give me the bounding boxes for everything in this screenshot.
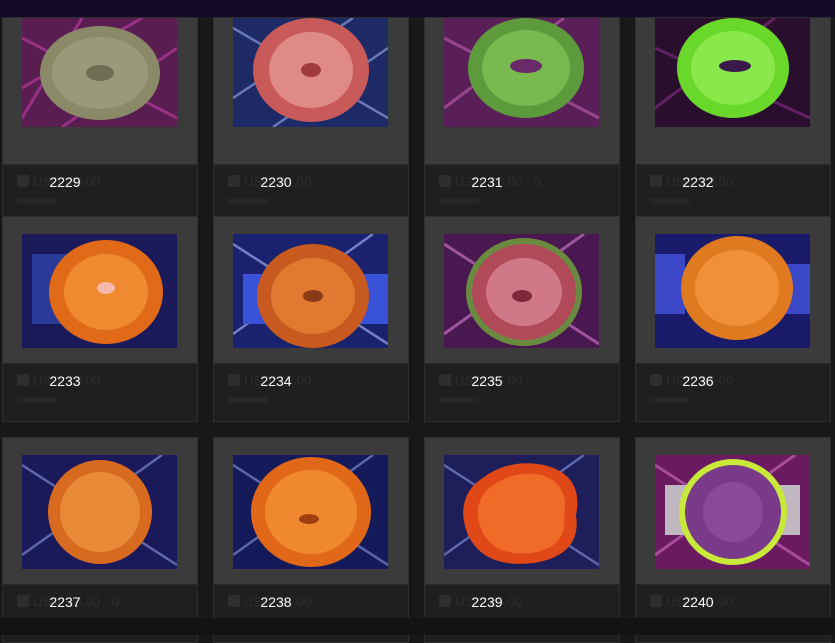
product-card-2229[interactable]: USD. 20.00 - ... 2229 [2, 17, 198, 223]
product-image-frame [425, 18, 619, 165]
product-number: 2235 [471, 373, 503, 389]
product-number: 2236 [682, 373, 714, 389]
coral-photo[interactable] [444, 18, 599, 127]
product-card-2234[interactable]: USD. 25.00 - ... 2234 [213, 216, 409, 422]
product-image-frame [636, 438, 830, 585]
product-card-2236[interactable]: USD. 25.00 - ... 2236 [635, 216, 831, 422]
coral-photo[interactable] [655, 455, 810, 569]
product-image-frame [3, 18, 197, 165]
product-number: 2231 [471, 174, 503, 190]
product-number: 2238 [260, 594, 292, 610]
product-number: 2239 [471, 594, 503, 610]
product-number: 2234 [260, 373, 292, 389]
coral-photo[interactable] [444, 455, 599, 569]
product-card-2231[interactable]: USD. 20.00 - 0... 2231 [424, 17, 620, 223]
product-number: 2229 [49, 174, 81, 190]
product-image-frame [3, 438, 197, 585]
product-number: 2230 [260, 174, 292, 190]
product-image-frame [425, 438, 619, 585]
coral-photo[interactable] [22, 234, 177, 348]
product-image-frame [3, 217, 197, 364]
product-image-frame [214, 217, 408, 364]
coral-photo[interactable] [22, 18, 177, 127]
product-card-2235[interactable]: USD. 25.00 - ... 2235 [424, 216, 620, 422]
bottom-bar [0, 618, 835, 635]
product-image-frame [214, 18, 408, 165]
product-card-2232[interactable]: USD. 20.00 - ... 2232 [635, 17, 831, 223]
product-card-2233[interactable]: USD. 25.00 - ... 2233 [2, 216, 198, 422]
coral-photo[interactable] [22, 455, 177, 569]
product-image-frame [636, 18, 830, 165]
product-number: 2240 [682, 594, 714, 610]
coral-photo[interactable] [655, 234, 810, 348]
product-number: 2237 [49, 594, 81, 610]
coral-photo[interactable] [444, 234, 599, 348]
product-card-2238[interactable]: USD. 25.00 - ... 2238 [213, 437, 409, 643]
product-number: 2233 [49, 373, 81, 389]
product-card-2240[interactable]: USD. 25.00 - ... 2240 [635, 437, 831, 643]
coral-photo[interactable] [655, 18, 810, 127]
product-grid: USD. 20.00 - ... 2229 USD. 20.00 - ... 2… [0, 17, 835, 643]
coral-photo[interactable] [233, 234, 388, 348]
top-bar [0, 0, 835, 17]
product-image-frame [214, 438, 408, 585]
coral-photo[interactable] [233, 455, 388, 569]
product-card-2237[interactable]: USD. 25.00 - 0... 2237 [2, 437, 198, 643]
product-image-frame [425, 217, 619, 364]
coral-photo[interactable] [233, 18, 388, 127]
product-number: 2232 [682, 174, 714, 190]
product-card-2230[interactable]: USD. 20.00 - ... 2230 [213, 17, 409, 223]
product-card-2239[interactable]: USD. 25.00 - ... 2239 [424, 437, 620, 643]
product-image-frame [636, 217, 830, 364]
